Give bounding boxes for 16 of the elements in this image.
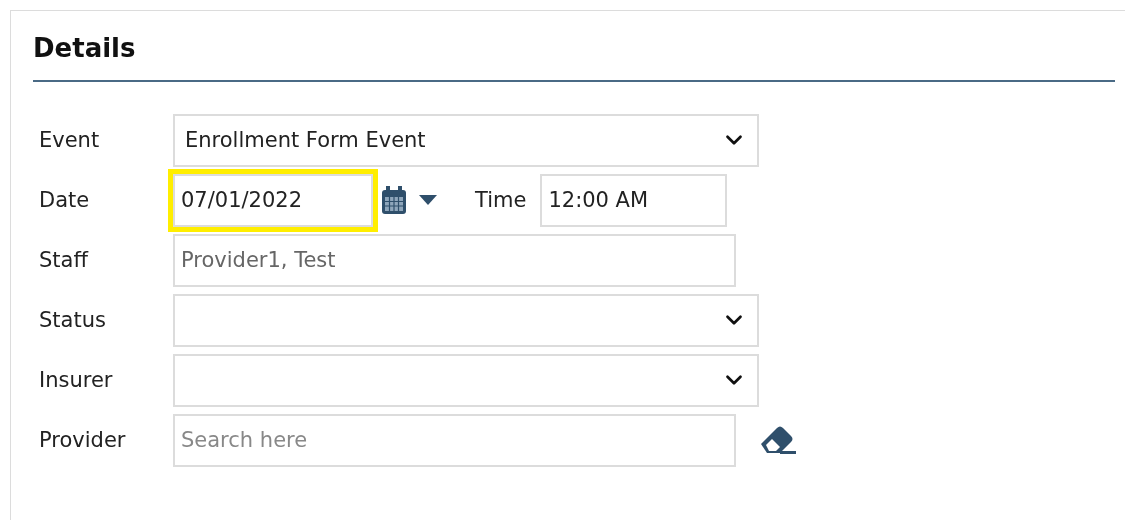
- panel-title: Details: [33, 32, 137, 65]
- calendar-icon[interactable]: [381, 185, 407, 215]
- field-label: Event: [38, 128, 101, 152]
- select-field[interactable]: [173, 293, 759, 347]
- field-label: Provider: [38, 428, 127, 452]
- eraser-icon[interactable]: [758, 424, 798, 456]
- caret-down-icon[interactable]: [419, 195, 437, 205]
- search-field[interactable]: Search here: [173, 413, 736, 467]
- field-label: Date: [38, 188, 91, 212]
- field-label: Time: [475, 188, 527, 212]
- field-label: Insurer: [38, 368, 114, 392]
- select-field[interactable]: Enrollment Form Event: [173, 113, 759, 167]
- field-label: Status: [38, 308, 107, 332]
- select-field[interactable]: [173, 353, 759, 407]
- field-label: Staff: [38, 248, 90, 272]
- time-field[interactable]: 12:00 AM: [540, 173, 728, 227]
